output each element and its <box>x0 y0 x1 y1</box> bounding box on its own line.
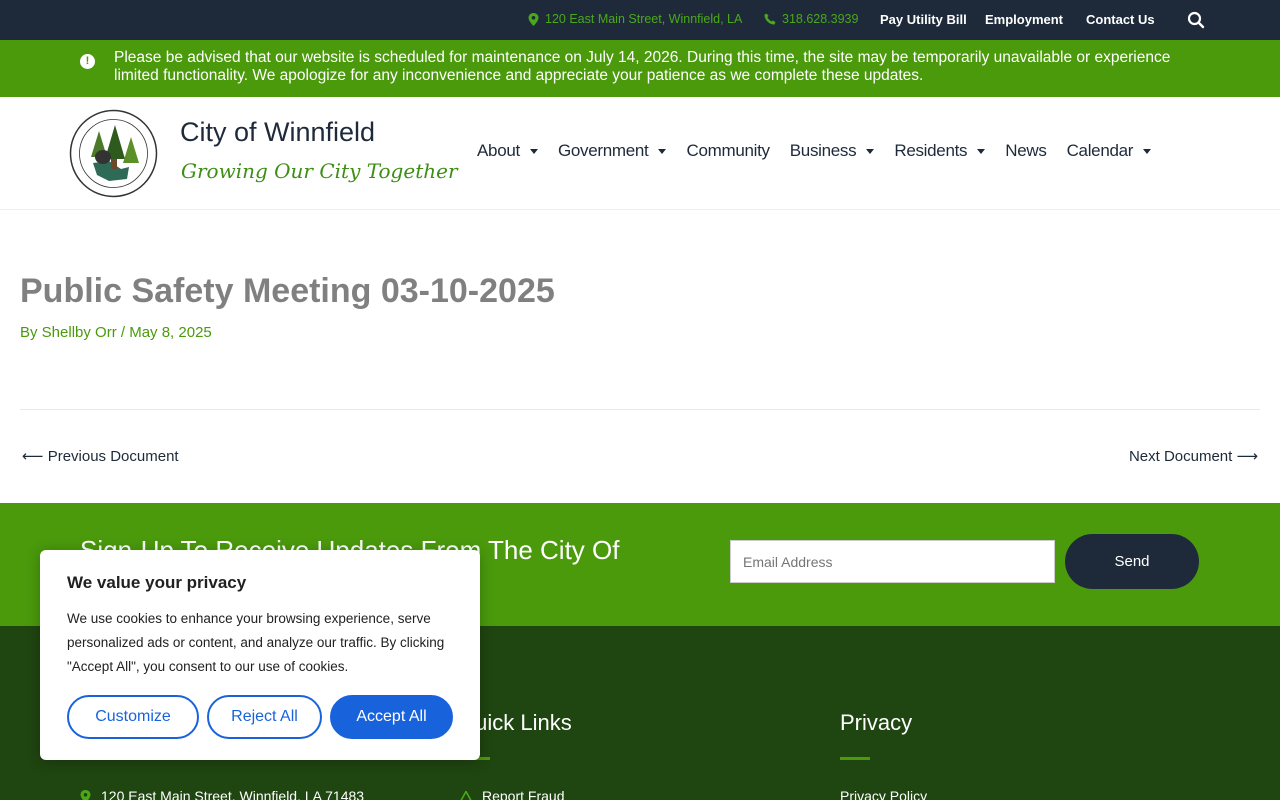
site-tagline: Growing Our City Together <box>181 159 458 183</box>
nav-label: News <box>1005 141 1047 160</box>
nav-label: Calendar <box>1066 141 1134 160</box>
main-nav: About Government Community Business Resi… <box>477 141 1171 161</box>
arrow-right-icon: ⟶ <box>1236 448 1258 465</box>
privacy-heading: Privacy <box>840 710 913 735</box>
customize-button[interactable]: Customize <box>67 695 199 739</box>
nav-item-about[interactable]: About <box>477 141 538 161</box>
city-seal-logo[interactable] <box>69 109 158 198</box>
top-utility-bar: 120 East Main Street, Winnfield, LA 318.… <box>0 0 1280 40</box>
cookie-text: We use cookies to enhance your browsing … <box>67 611 445 674</box>
footer-underline <box>840 757 870 760</box>
footer-address: 120 East Main Street, Winnfield, LA 7148… <box>80 788 364 800</box>
nav-item-calendar[interactable]: Calendar <box>1067 141 1152 161</box>
nav-item-government[interactable]: Government <box>558 141 667 161</box>
cookie-consent-dialog: We value your privacy We use cookies to … <box>40 550 480 760</box>
nav-item-residents[interactable]: Residents <box>894 141 986 161</box>
nav-label: About <box>477 141 520 160</box>
pay-utility-bill-link[interactable]: Pay Utility Bill <box>880 12 967 27</box>
nav-item-community[interactable]: Community <box>686 141 770 161</box>
address-text: 120 East Main Street, Winnfield, LA <box>545 12 743 26</box>
previous-document-link[interactable]: ⟵ Previous Document <box>22 447 179 465</box>
post-meta[interactable]: By Shellby Orr / May 8, 2025 <box>20 324 212 341</box>
caret-down-icon <box>1143 148 1152 154</box>
warning-icon <box>460 790 472 800</box>
map-pin-icon <box>80 789 91 800</box>
report-fraud-link[interactable]: Report Fraud <box>460 788 564 800</box>
nav-item-news[interactable]: News <box>1005 141 1047 161</box>
caret-down-icon <box>977 148 986 154</box>
nav-item-business[interactable]: Business <box>790 141 875 161</box>
maintenance-alert: ! Please be advised that our website is … <box>0 40 1280 97</box>
next-document-label: Next Document <box>1128 448 1233 465</box>
phone-text: 318.628.3939 <box>782 12 859 26</box>
email-input[interactable] <box>730 540 1055 583</box>
report-fraud-label: Report Fraud <box>482 788 565 800</box>
footer-address-text: 120 East Main Street, Winnfield, LA 7148… <box>101 788 365 800</box>
page-title: Public Safety Meeting 03-10-2025 <box>20 272 555 310</box>
privacy-policy-link[interactable]: Privacy Policy <box>840 788 927 800</box>
send-button[interactable]: Send <box>1065 534 1199 589</box>
nav-label: Residents <box>894 141 968 160</box>
reject-all-button[interactable]: Reject All <box>207 695 322 739</box>
next-document-link[interactable]: Next Document ⟶ <box>1129 447 1258 465</box>
phone-link[interactable]: 318.628.3939 <box>764 12 858 26</box>
nav-label: Community <box>686 141 770 160</box>
accept-all-button[interactable]: Accept All <box>330 695 453 739</box>
caret-down-icon <box>529 148 538 154</box>
site-name[interactable]: City of Winnfield <box>180 117 375 148</box>
search-icon[interactable] <box>1187 11 1205 29</box>
employment-link[interactable]: Employment <box>985 12 1063 27</box>
phone-icon <box>764 13 776 25</box>
map-pin-icon <box>528 12 539 26</box>
caret-down-icon <box>866 148 875 154</box>
previous-document-label: Previous Document <box>47 448 179 465</box>
cookie-title: We value your privacy <box>67 573 247 592</box>
contact-us-link[interactable]: Contact Us <box>1086 12 1155 27</box>
nav-label: Government <box>557 141 649 160</box>
caret-down-icon <box>658 148 667 154</box>
address-link[interactable]: 120 East Main Street, Winnfield, LA <box>528 12 742 26</box>
alert-icon: ! <box>80 54 95 69</box>
nav-label: Business <box>789 141 857 160</box>
site-header: City of Winnfield Growing Our City Toget… <box>0 97 1280 210</box>
arrow-left-icon: ⟵ <box>22 448 44 465</box>
divider <box>20 409 1260 410</box>
alert-message: Please be advised that our website is sc… <box>114 49 1171 84</box>
